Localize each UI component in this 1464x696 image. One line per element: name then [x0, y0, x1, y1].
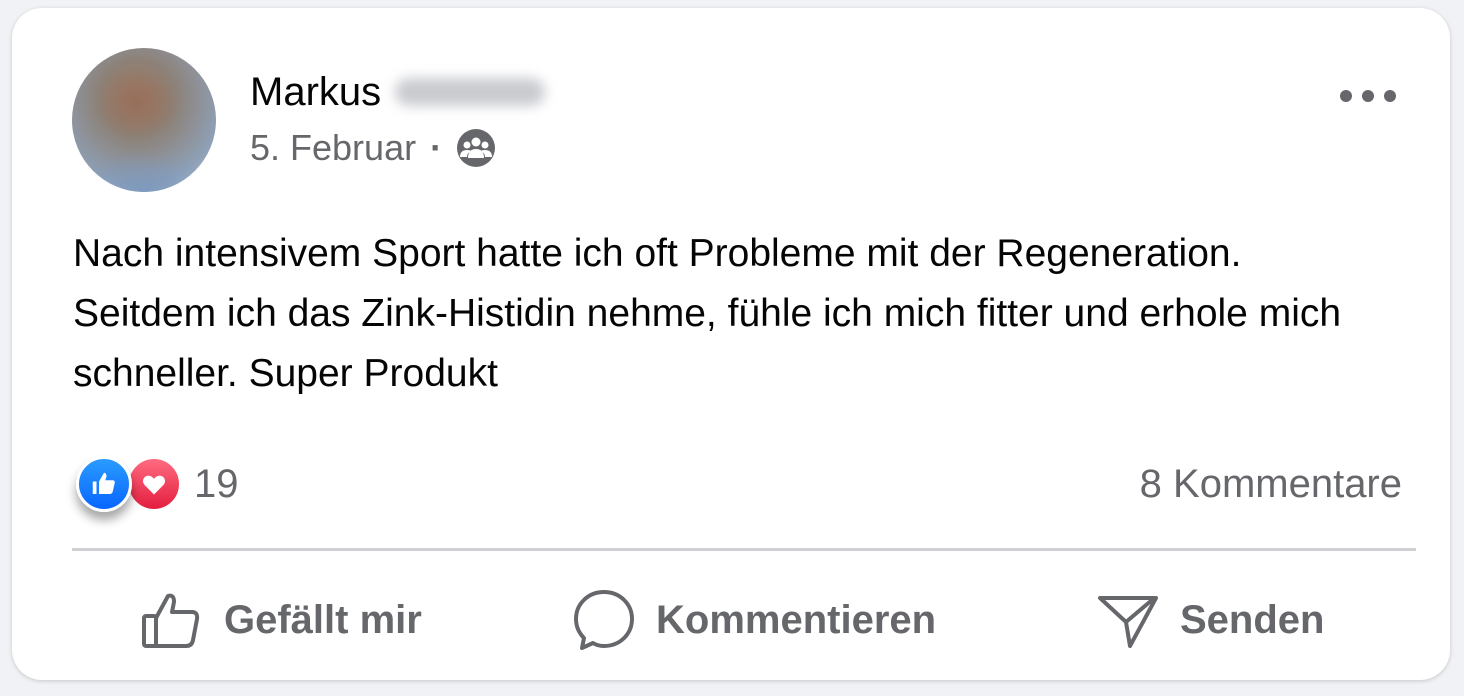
avatar[interactable] [72, 48, 216, 192]
author-surname-redacted [395, 78, 546, 106]
comment-bubble-icon [574, 590, 634, 650]
group-icon[interactable] [456, 128, 496, 168]
comment-button-label: Kommentieren [656, 597, 937, 642]
author-name[interactable]: Markus [250, 68, 381, 116]
like-reaction-icon [76, 456, 132, 512]
like-button[interactable]: Gefällt mir [140, 584, 422, 656]
send-icon [1098, 596, 1158, 648]
avatar-blurred-photo [72, 48, 216, 192]
post-meta: 5. Februar · [250, 126, 496, 170]
reaction-count: 19 [194, 461, 239, 506]
post-author[interactable]: Markus [250, 68, 546, 116]
like-button-label: Gefällt mir [224, 597, 422, 642]
comment-button[interactable]: Kommentieren [572, 584, 936, 656]
meta-separator: · [430, 127, 443, 168]
love-reaction-icon [126, 456, 182, 512]
send-button[interactable]: Senden [1096, 584, 1324, 656]
divider [72, 548, 1416, 551]
more-dot [1384, 90, 1396, 102]
thumbs-up-icon [142, 593, 200, 648]
more-dot [1340, 90, 1352, 102]
more-options-icon[interactable] [1340, 78, 1396, 114]
post-text: Nach intensivem Sport hatte ich oft Prob… [73, 232, 1342, 395]
more-dot [1362, 90, 1374, 102]
post-date[interactable]: 5. Februar [250, 126, 416, 170]
comment-count-link[interactable]: 8 Kommentare [1140, 458, 1402, 510]
reaction-summary[interactable]: 19 [76, 456, 239, 512]
post-card: Markus 5. Februar · Nach intensivem Spor… [12, 8, 1450, 680]
send-button-label: Senden [1180, 597, 1325, 642]
